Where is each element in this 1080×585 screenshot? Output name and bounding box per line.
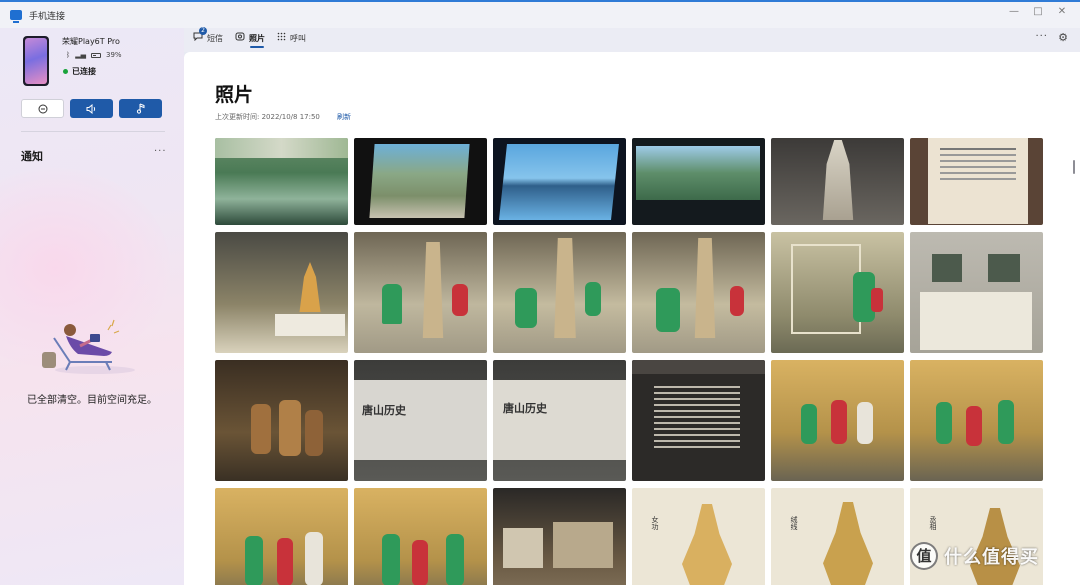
photo-thumbnail[interactable] — [771, 232, 904, 353]
photo-thumbnail[interactable] — [632, 232, 765, 353]
photo-thumbnail[interactable]: 丞相 — [910, 488, 1043, 585]
refresh-link[interactable]: 刷新 — [337, 112, 351, 122]
divider — [21, 131, 165, 132]
tab-bar: 2 短信 照片 呼叫 ··· ⚙ — [184, 27, 1080, 52]
tab-messages[interactable]: 2 短信 — [193, 27, 223, 44]
page-title: 照片 — [215, 84, 254, 106]
do-not-disturb-button[interactable] — [21, 99, 64, 118]
tab-label: 照片 — [249, 33, 265, 43]
gear-icon[interactable]: ⚙ — [1058, 31, 1068, 44]
minus-circle-icon — [38, 104, 47, 113]
photo-thumbnail[interactable] — [910, 138, 1043, 225]
unread-badge: 2 — [199, 27, 207, 35]
maximize-button[interactable]: □ — [1026, 6, 1050, 17]
title-bar: 手机连接 — □ ✕ — [0, 0, 1080, 28]
dialpad-icon — [277, 32, 286, 44]
photo-thumbnail[interactable] — [771, 138, 904, 225]
empty-notifications-text: 已全部清空。目前空间充足。 — [27, 395, 157, 406]
photo-thumbnail[interactable] — [493, 232, 626, 353]
photo-thumbnail[interactable] — [632, 138, 765, 225]
photo-thumbnail[interactable] — [493, 488, 626, 585]
scrollbar[interactable] — [1073, 160, 1075, 174]
signal-icon: ▂▄ — [75, 51, 86, 59]
photos-panel: 照片 上次更新时间: 2022/10/8 17:50 刷新 唐山历史 唐山历史 … — [184, 52, 1080, 585]
photo-thumbnail[interactable] — [354, 232, 487, 353]
watermark: 值 什么值得买 — [910, 542, 1039, 570]
photo-thumbnail[interactable] — [354, 138, 487, 225]
relaxing-person-illustration — [42, 319, 135, 374]
photo-thumbnail[interactable] — [910, 360, 1043, 481]
message-icon: 2 — [193, 27, 207, 44]
photo-caption: 丞相 — [929, 516, 937, 530]
watermark-text: 什么值得买 — [944, 547, 1039, 568]
bluetooth-icon: ᛒ — [66, 51, 71, 59]
tab-label: 呼叫 — [290, 33, 306, 43]
photo-thumbnail[interactable] — [215, 138, 348, 225]
left-pane: 荣耀Play6T Pro ᛒ ▂▄ 39% 已连接 通知 ··· 已全部清空。目… — [0, 28, 184, 585]
close-button[interactable]: ✕ — [1050, 6, 1074, 17]
photo-thumbnail[interactable] — [215, 488, 348, 585]
photo-thumbnail[interactable]: 绒线 — [771, 488, 904, 585]
photo-thumbnail[interactable]: 女功 — [632, 488, 765, 585]
volume-button[interactable] — [70, 99, 113, 118]
tab-photos[interactable]: 照片 — [235, 32, 265, 44]
connection-status-label: 已连接 — [72, 67, 96, 76]
notifications-more-button[interactable]: ··· — [154, 146, 167, 157]
speaker-icon — [86, 103, 96, 114]
notifications-heading: 通知 — [21, 150, 43, 163]
photo-thumbnail[interactable] — [910, 232, 1043, 353]
photo-thumbnail[interactable] — [215, 232, 348, 353]
last-updated-text: 上次更新时间: 2022/10/8 17:50 — [215, 113, 320, 121]
photo-thumbnail[interactable] — [215, 360, 348, 481]
phone-image — [23, 36, 49, 86]
photo-icon — [235, 32, 245, 44]
battery-level: 39% — [105, 51, 122, 59]
photo-thumbnail[interactable] — [493, 138, 626, 225]
minimize-button[interactable]: — — [1002, 6, 1026, 17]
photo-caption: 绒线 — [790, 516, 798, 530]
tab-calls[interactable]: 呼叫 — [277, 32, 306, 44]
photo-thumbnail[interactable] — [632, 360, 765, 481]
selected-tab-indicator — [250, 46, 264, 48]
phone-link-app-icon — [10, 10, 22, 23]
photo-grid: 唐山历史 唐山历史 女功 绒线 丞相 — [215, 138, 1045, 585]
photo-thumbnail[interactable] — [354, 488, 487, 585]
tab-label: 短信 — [207, 33, 223, 43]
connected-dot-icon — [63, 69, 68, 74]
app-title: 手机连接 — [29, 11, 66, 22]
photo-caption: 唐山历史 — [362, 404, 406, 417]
connection-status: 已连接 — [63, 66, 96, 77]
photo-caption: 唐山历史 — [503, 402, 547, 415]
watermark-logo: 值 — [910, 542, 938, 570]
photo-caption: 女功 — [651, 516, 659, 530]
photo-thumbnail[interactable] — [771, 360, 904, 481]
media-button[interactable] — [119, 99, 162, 118]
more-options-button[interactable]: ··· — [1035, 31, 1048, 42]
device-status-icons: ᛒ ▂▄ 39% — [66, 51, 122, 59]
music-note-icon — [136, 103, 144, 114]
photo-thumbnail[interactable]: 唐山历史 — [493, 360, 626, 481]
device-name: 荣耀Play6T Pro — [62, 37, 120, 46]
photo-thumbnail[interactable]: 唐山历史 — [354, 360, 487, 481]
battery-icon — [90, 52, 101, 58]
